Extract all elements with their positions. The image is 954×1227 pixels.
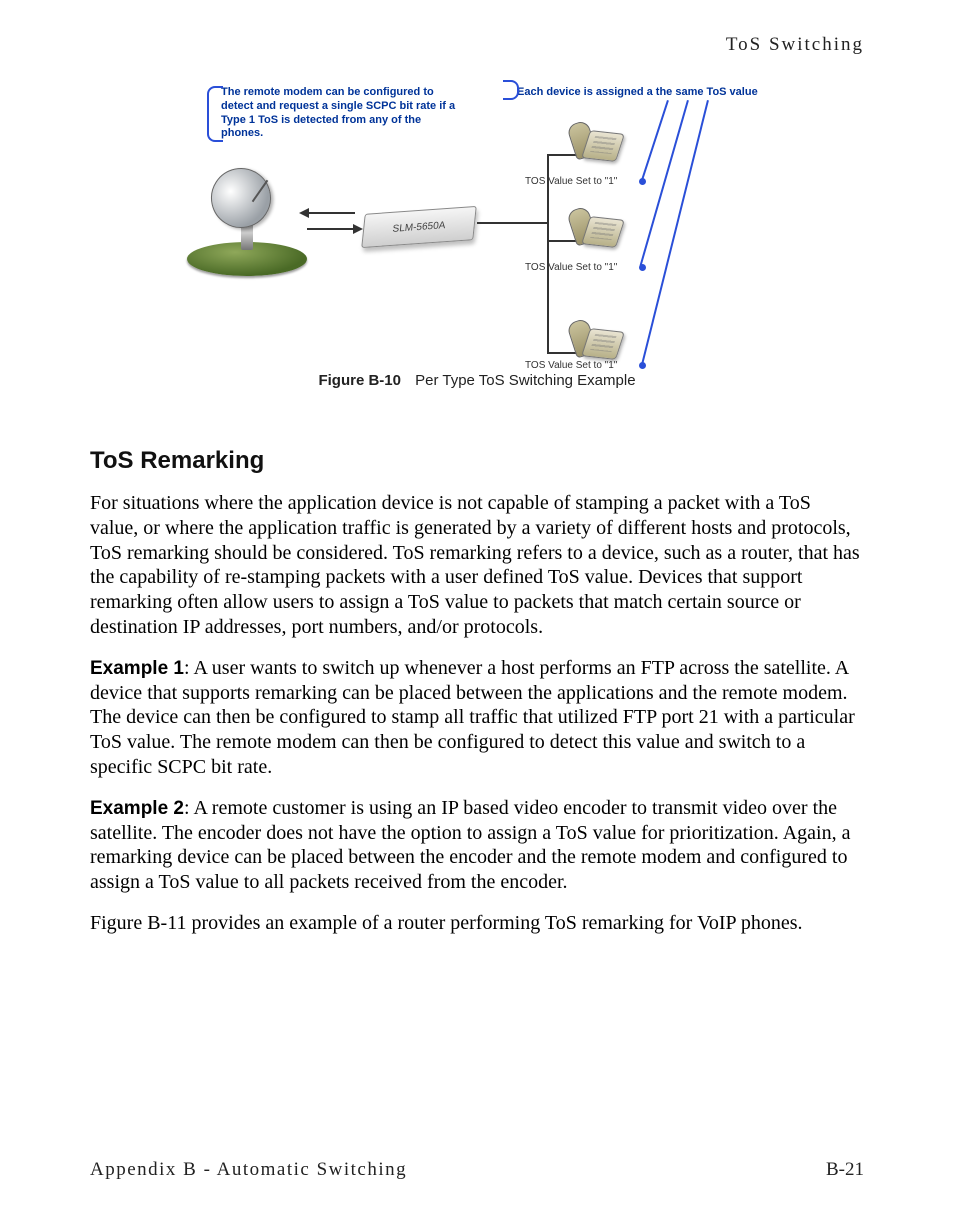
page-footer: Appendix B - Automatic Switching B-21 bbox=[90, 1159, 864, 1181]
phone-2-icon bbox=[585, 218, 621, 246]
note-line-2 bbox=[640, 100, 689, 266]
phone-1-icon bbox=[585, 132, 621, 160]
modem-icon: SLM-5650A bbox=[361, 206, 477, 248]
arrow-dish-modem bbox=[307, 212, 355, 214]
example-2-label: Example 2 bbox=[90, 798, 184, 819]
note-line-1 bbox=[640, 100, 668, 182]
diagram-right-note: Each device is assigned a the same ToS v… bbox=[517, 86, 758, 98]
phone-3-icon bbox=[585, 330, 621, 358]
line-to-phone2 bbox=[547, 240, 577, 242]
paragraph-intro: For situations where the application dev… bbox=[90, 491, 864, 640]
paragraph-example-2: Example 2: A remote customer is using an… bbox=[90, 796, 864, 895]
right-bracket-icon bbox=[503, 80, 519, 100]
figure-caption: Figure B-10 Per Type ToS Switching Examp… bbox=[187, 372, 767, 389]
line-to-phone3 bbox=[547, 352, 577, 354]
arrow-modem-dish bbox=[307, 228, 355, 230]
example-1-label: Example 1 bbox=[90, 658, 184, 679]
example-1-text: : A user wants to switch up whenever a h… bbox=[90, 657, 855, 778]
tos-label-2: TOS Value Set to "1" bbox=[525, 262, 617, 273]
line-to-phone1 bbox=[547, 154, 577, 156]
section-heading-tos-remarking: ToS Remarking bbox=[90, 447, 864, 475]
modem-label: SLM-5650A bbox=[392, 220, 446, 235]
figure-caption-label: Figure B-10 bbox=[318, 372, 401, 389]
tos-label-3: TOS Value Set to "1" bbox=[525, 360, 617, 371]
diagram-left-note: The remote modem can be configured to de… bbox=[221, 86, 459, 141]
satellite-dish-icon bbox=[205, 162, 276, 233]
arrow-left-icon bbox=[299, 208, 309, 218]
left-bracket-icon bbox=[207, 86, 223, 142]
arrow-right-icon bbox=[353, 224, 363, 234]
footer-page-number: B-21 bbox=[826, 1159, 864, 1181]
tos-label-1: TOS Value Set to "1" bbox=[525, 176, 617, 187]
example-2-text: : A remote customer is using an IP based… bbox=[90, 797, 850, 893]
figure-b10: The remote modem can be configured to de… bbox=[187, 82, 767, 389]
paragraph-example-1: Example 1: A user wants to switch up whe… bbox=[90, 656, 864, 780]
line-modem-phones bbox=[477, 222, 549, 224]
footer-left: Appendix B - Automatic Switching bbox=[90, 1159, 407, 1181]
diagram: The remote modem can be configured to de… bbox=[187, 82, 767, 364]
paragraph-final: Figure B-11 provides an example of a rou… bbox=[90, 911, 864, 936]
figure-caption-text: Per Type ToS Switching Example bbox=[415, 372, 635, 389]
running-header: ToS Switching bbox=[90, 34, 864, 56]
